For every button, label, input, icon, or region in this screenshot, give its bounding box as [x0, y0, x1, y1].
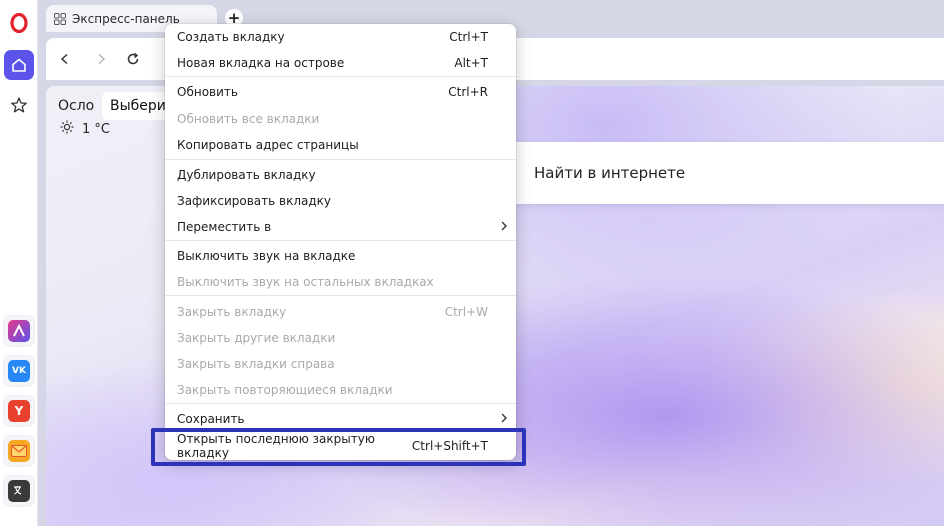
- translate-app-icon[interactable]: [4, 476, 34, 506]
- menu-item-mute-other-tabs[interactable]: Выключить звук на остальных вкладках: [165, 270, 516, 294]
- chevron-right-icon: [500, 412, 508, 427]
- sidebar: VK Y: [0, 0, 38, 526]
- chevron-right-icon: [500, 220, 508, 235]
- weather-city[interactable]: Осло: [58, 98, 94, 114]
- highlight-frame: [151, 428, 526, 466]
- vk-app-icon[interactable]: VK: [4, 356, 34, 386]
- search-placeholder: Найти в интернете: [534, 164, 686, 182]
- menu-divider: [165, 76, 516, 77]
- menu-divider: [165, 403, 516, 404]
- menu-item-move-to[interactable]: Переместить в: [165, 215, 516, 239]
- menu-divider: [165, 295, 516, 296]
- menu-item-mute-tab[interactable]: Выключить звук на вкладке: [165, 244, 516, 268]
- speed-dial-grid-icon: [54, 12, 66, 25]
- sun-icon: [60, 120, 74, 138]
- bookmarks-star-icon[interactable]: [4, 90, 34, 120]
- forward-icon[interactable]: [90, 48, 112, 70]
- opera-logo-icon[interactable]: [4, 8, 34, 38]
- search-input[interactable]: Найти в интернете: [514, 142, 944, 204]
- menu-item-new-tab-island[interactable]: Новая вкладка на острове Alt+T: [165, 51, 516, 75]
- home-icon[interactable]: [4, 50, 34, 80]
- menu-item-copy-address[interactable]: Копировать адрес страницы: [165, 133, 516, 157]
- menu-item-reload-all[interactable]: Обновить все вкладки: [165, 107, 516, 131]
- weather-widget[interactable]: 1 °C: [60, 120, 110, 138]
- back-icon[interactable]: [54, 48, 76, 70]
- aria-app-icon[interactable]: [4, 316, 34, 346]
- menu-item-reload[interactable]: Обновить Ctrl+R: [165, 80, 516, 104]
- menu-item-close-duplicate-tabs[interactable]: Закрыть повторяющиеся вкладки: [165, 378, 516, 402]
- yandex-app-icon[interactable]: Y: [4, 396, 34, 426]
- mail-app-icon[interactable]: [4, 436, 34, 466]
- menu-divider: [165, 159, 516, 160]
- tab-title: Экспресс-панель: [72, 11, 180, 26]
- weather-temperature: 1 °C: [82, 121, 110, 137]
- menu-item-new-tab[interactable]: Создать вкладку Ctrl+T: [165, 25, 516, 49]
- menu-divider: [165, 240, 516, 241]
- menu-item-close-other-tabs[interactable]: Закрыть другие вкладки: [165, 326, 516, 350]
- menu-item-close-tab[interactable]: Закрыть вкладку Ctrl+W: [165, 300, 516, 324]
- menu-item-pin[interactable]: Зафиксировать вкладку: [165, 189, 516, 213]
- menu-item-close-tabs-right[interactable]: Закрыть вкладки справа: [165, 352, 516, 376]
- menu-item-duplicate[interactable]: Дублировать вкладку: [165, 163, 516, 187]
- reload-icon[interactable]: [122, 48, 144, 70]
- tab-context-menu: Создать вкладку Ctrl+T Новая вкладка на …: [165, 24, 516, 460]
